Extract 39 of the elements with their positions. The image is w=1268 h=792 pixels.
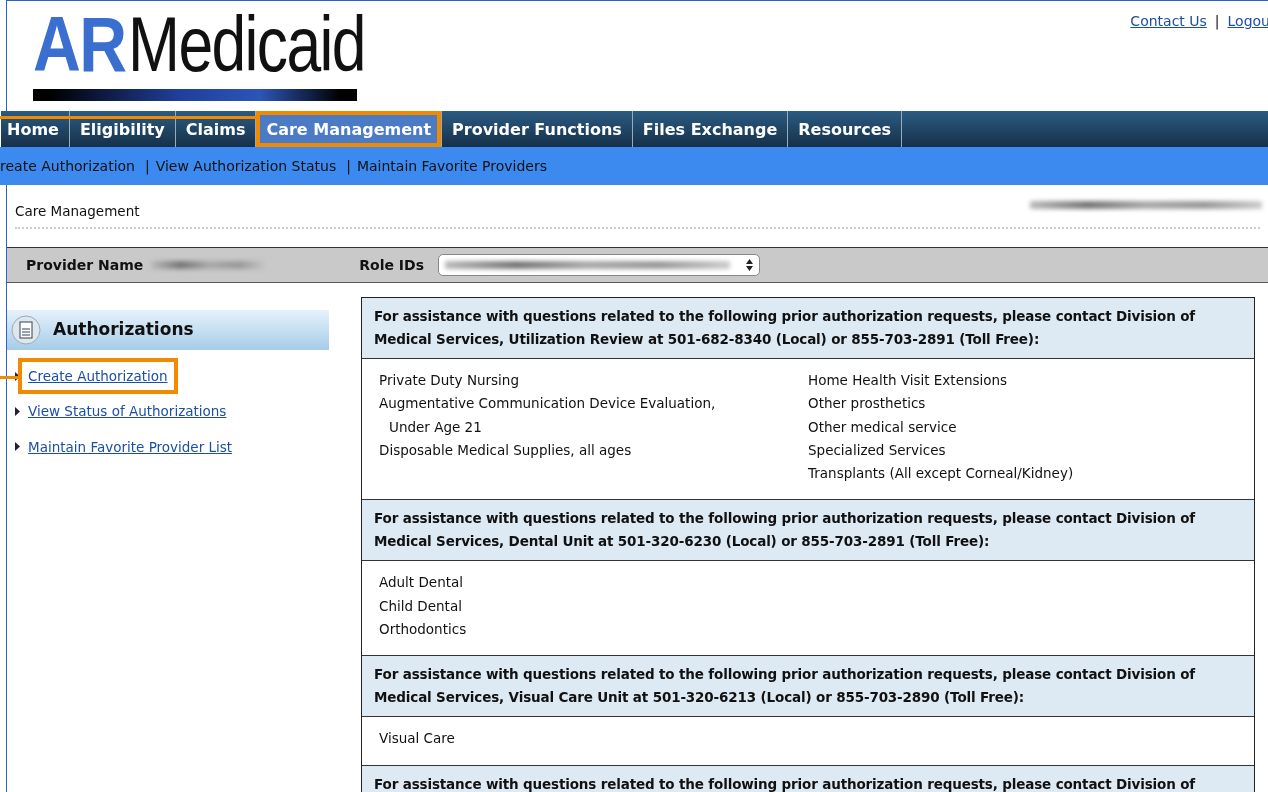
select-arrows-icon: [746, 259, 753, 271]
section-heading: For assistance with questions related to the following prior authorization requests, please contact Division of: [362, 765, 1254, 792]
subnav-link[interactable]: View Authorization Status: [155, 155, 337, 177]
subnav-link[interactable]: reate Authorization: [0, 155, 135, 177]
sidebar-link[interactable]: View Status of Authorizations: [18, 393, 237, 430]
list-item: Other medical service: [808, 417, 958, 437]
list-item: Augmentative Communication Device Evaluation, Under Age 21: [379, 394, 717, 437]
field-label: Provider Name: [26, 255, 144, 275]
document-icon: [11, 315, 41, 345]
list-item: Adult Dental: [379, 573, 465, 593]
logo: ARMedicaid: [33, 5, 366, 83]
header-link[interactable]: Logou: [1227, 13, 1268, 29]
leader-line: [0, 376, 19, 380]
separator: |: [144, 156, 150, 177]
list-item: Child Dental: [379, 596, 463, 616]
subnav-link[interactable]: Maintain Favorite Providers: [356, 155, 547, 177]
list-item: Visual Care: [379, 729, 456, 749]
field-label: Role IDs: [359, 255, 424, 275]
list-item: Transplants (All except Corneal/Kidney): [808, 464, 1075, 484]
list-item: Other prosthetics: [808, 394, 927, 414]
sidebar-link[interactable]: Create Authorization: [18, 358, 178, 395]
section-heading: For assistance with questions related to the following prior authorization requests, please contact Division of Medical Services, Utilization Review at 501-682-8340 (Local) or 855-703-2891 (Toll Free):: [362, 298, 1254, 359]
list-item: Home Health Visit Extensions: [808, 371, 1009, 390]
list-item: Orthodontics: [379, 620, 468, 640]
list-item: Private Duty Nursing: [379, 371, 520, 390]
list-item: Disposable Medical Supplies, all ages: [379, 440, 633, 460]
separator: |: [1214, 13, 1220, 29]
sidebar-link[interactable]: Maintain Favorite Provider List: [18, 428, 243, 465]
page-title: Care Management: [15, 202, 140, 221]
list-item: Specialized Services: [808, 440, 947, 460]
header-link[interactable]: Contact Us: [1130, 13, 1207, 29]
caret-icon: [15, 406, 20, 416]
separator: |: [346, 156, 351, 177]
nav-tab[interactable]: Care Management: [256, 111, 443, 147]
section-heading: For assistance with questions related to the following prior authorization requests, please contact Division of Medical Services, Dental Unit at 501-320-6230 (Local) or 855-703-2891 (Toll Free):: [362, 500, 1254, 562]
section-heading: For assistance with questions related to the following prior authorization requests, please contact Division of Medical Services, Visual Care Unit at 501-320-6213 (Local) or 855-703-2890 (Toll Free):: [362, 656, 1254, 718]
caret-icon: [15, 442, 20, 452]
sidebar-title: Authorizations: [53, 318, 194, 342]
role-select[interactable]: [438, 254, 760, 276]
